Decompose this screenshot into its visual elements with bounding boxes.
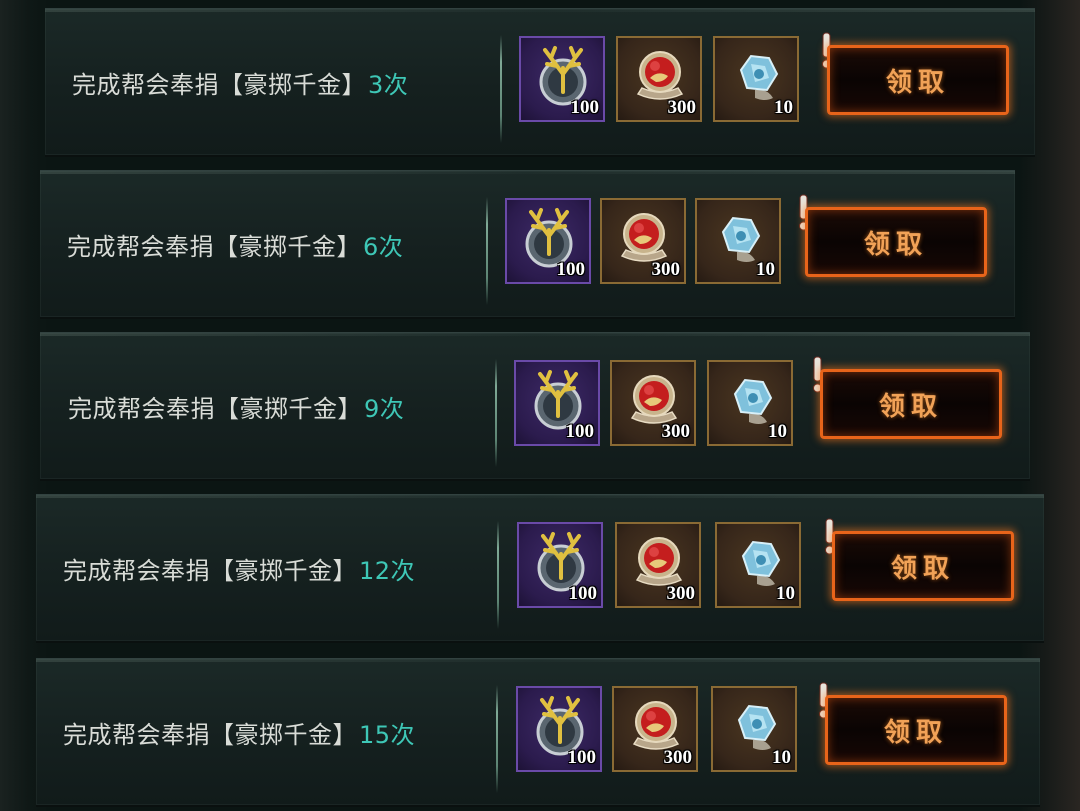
task-count: 15次 (359, 720, 416, 749)
reward-quantity: 100 (565, 421, 595, 442)
claim-button[interactable]: 领取 (805, 207, 987, 277)
reward-quantity: 10 (772, 747, 791, 768)
reward-slot[interactable]: 300 (616, 36, 702, 122)
reward-slot[interactable]: 100 (516, 686, 602, 772)
reward-slot[interactable]: 10 (695, 198, 781, 284)
reward-slot[interactable]: 100 (519, 36, 605, 122)
reward-slot[interactable]: 100 (514, 360, 600, 446)
reward-quantity: 100 (556, 259, 586, 280)
reward-slot[interactable]: 300 (600, 198, 686, 284)
task-description: 完成帮会奉捐【豪掷千金】 15次 (63, 659, 415, 805)
task-count: 12次 (359, 556, 416, 585)
reward-quantity: 10 (776, 583, 795, 604)
row-divider (496, 685, 498, 793)
reward-slot[interactable]: 10 (715, 522, 801, 608)
task-text: 完成帮会奉捐【豪掷千金】 (63, 556, 357, 585)
reward-quantity: 10 (756, 259, 775, 280)
reward-quantity: 100 (570, 97, 600, 118)
task-text: 完成帮会奉捐【豪掷千金】 (67, 232, 361, 261)
task-reward-list: 完成帮会奉捐【豪掷千金】 3次 100 300 10 领取 完成帮会奉捐【豪掷千… (0, 0, 1080, 811)
claim-button[interactable]: 领取 (825, 695, 1007, 765)
claim-button[interactable]: 领取 (827, 45, 1009, 115)
reward-slot[interactable]: 10 (713, 36, 799, 122)
task-text: 完成帮会奉捐【豪掷千金】 (63, 720, 357, 749)
task-row: 完成帮会奉捐【豪掷千金】 12次 100 300 10 领取 (36, 494, 1044, 643)
claim-button-label: 领取 (890, 553, 955, 584)
task-count: 9次 (364, 394, 405, 423)
claim-button[interactable]: 领取 (820, 369, 1002, 439)
claim-button-label: 领取 (885, 67, 950, 98)
task-row: 完成帮会奉捐【豪掷千金】 15次 100 300 10 领取 (36, 658, 1040, 807)
reward-slot[interactable]: 300 (615, 522, 701, 608)
reward-slot[interactable]: 300 (612, 686, 698, 772)
reward-quantity: 300 (666, 583, 696, 604)
row-divider (486, 197, 488, 305)
reward-slot[interactable]: 10 (711, 686, 797, 772)
reward-slot[interactable]: 100 (517, 522, 603, 608)
task-description: 完成帮会奉捐【豪掷千金】 12次 (63, 495, 415, 641)
reward-quantity: 300 (663, 747, 693, 768)
task-description: 完成帮会奉捐【豪掷千金】 3次 (72, 9, 408, 155)
task-description: 完成帮会奉捐【豪掷千金】 6次 (67, 171, 403, 317)
row-divider (500, 35, 502, 143)
reward-quantity: 300 (667, 97, 697, 118)
task-row: 完成帮会奉捐【豪掷千金】 6次 100 300 10 领取 (40, 170, 1015, 319)
reward-slot[interactable]: 100 (505, 198, 591, 284)
reward-slot[interactable]: 10 (707, 360, 793, 446)
task-count: 6次 (363, 232, 404, 261)
claim-button-label: 领取 (878, 391, 943, 422)
row-divider (497, 521, 499, 629)
reward-quantity: 10 (774, 97, 793, 118)
reward-quantity: 100 (568, 583, 598, 604)
reward-quantity: 10 (768, 421, 787, 442)
reward-quantity: 100 (567, 747, 597, 768)
task-row: 完成帮会奉捐【豪掷千金】 3次 100 300 10 领取 (45, 8, 1035, 157)
row-divider (495, 359, 497, 467)
task-description: 完成帮会奉捐【豪掷千金】 9次 (68, 333, 404, 479)
claim-button[interactable]: 领取 (832, 531, 1014, 601)
task-count: 3次 (368, 70, 409, 99)
claim-button-label: 领取 (883, 717, 948, 748)
reward-quantity: 300 (651, 259, 681, 280)
task-text: 完成帮会奉捐【豪掷千金】 (72, 70, 366, 99)
reward-slot[interactable]: 300 (610, 360, 696, 446)
task-row: 完成帮会奉捐【豪掷千金】 9次 100 300 10 领取 (40, 332, 1030, 481)
claim-button-label: 领取 (863, 229, 928, 260)
reward-quantity: 300 (661, 421, 691, 442)
task-text: 完成帮会奉捐【豪掷千金】 (68, 394, 362, 423)
